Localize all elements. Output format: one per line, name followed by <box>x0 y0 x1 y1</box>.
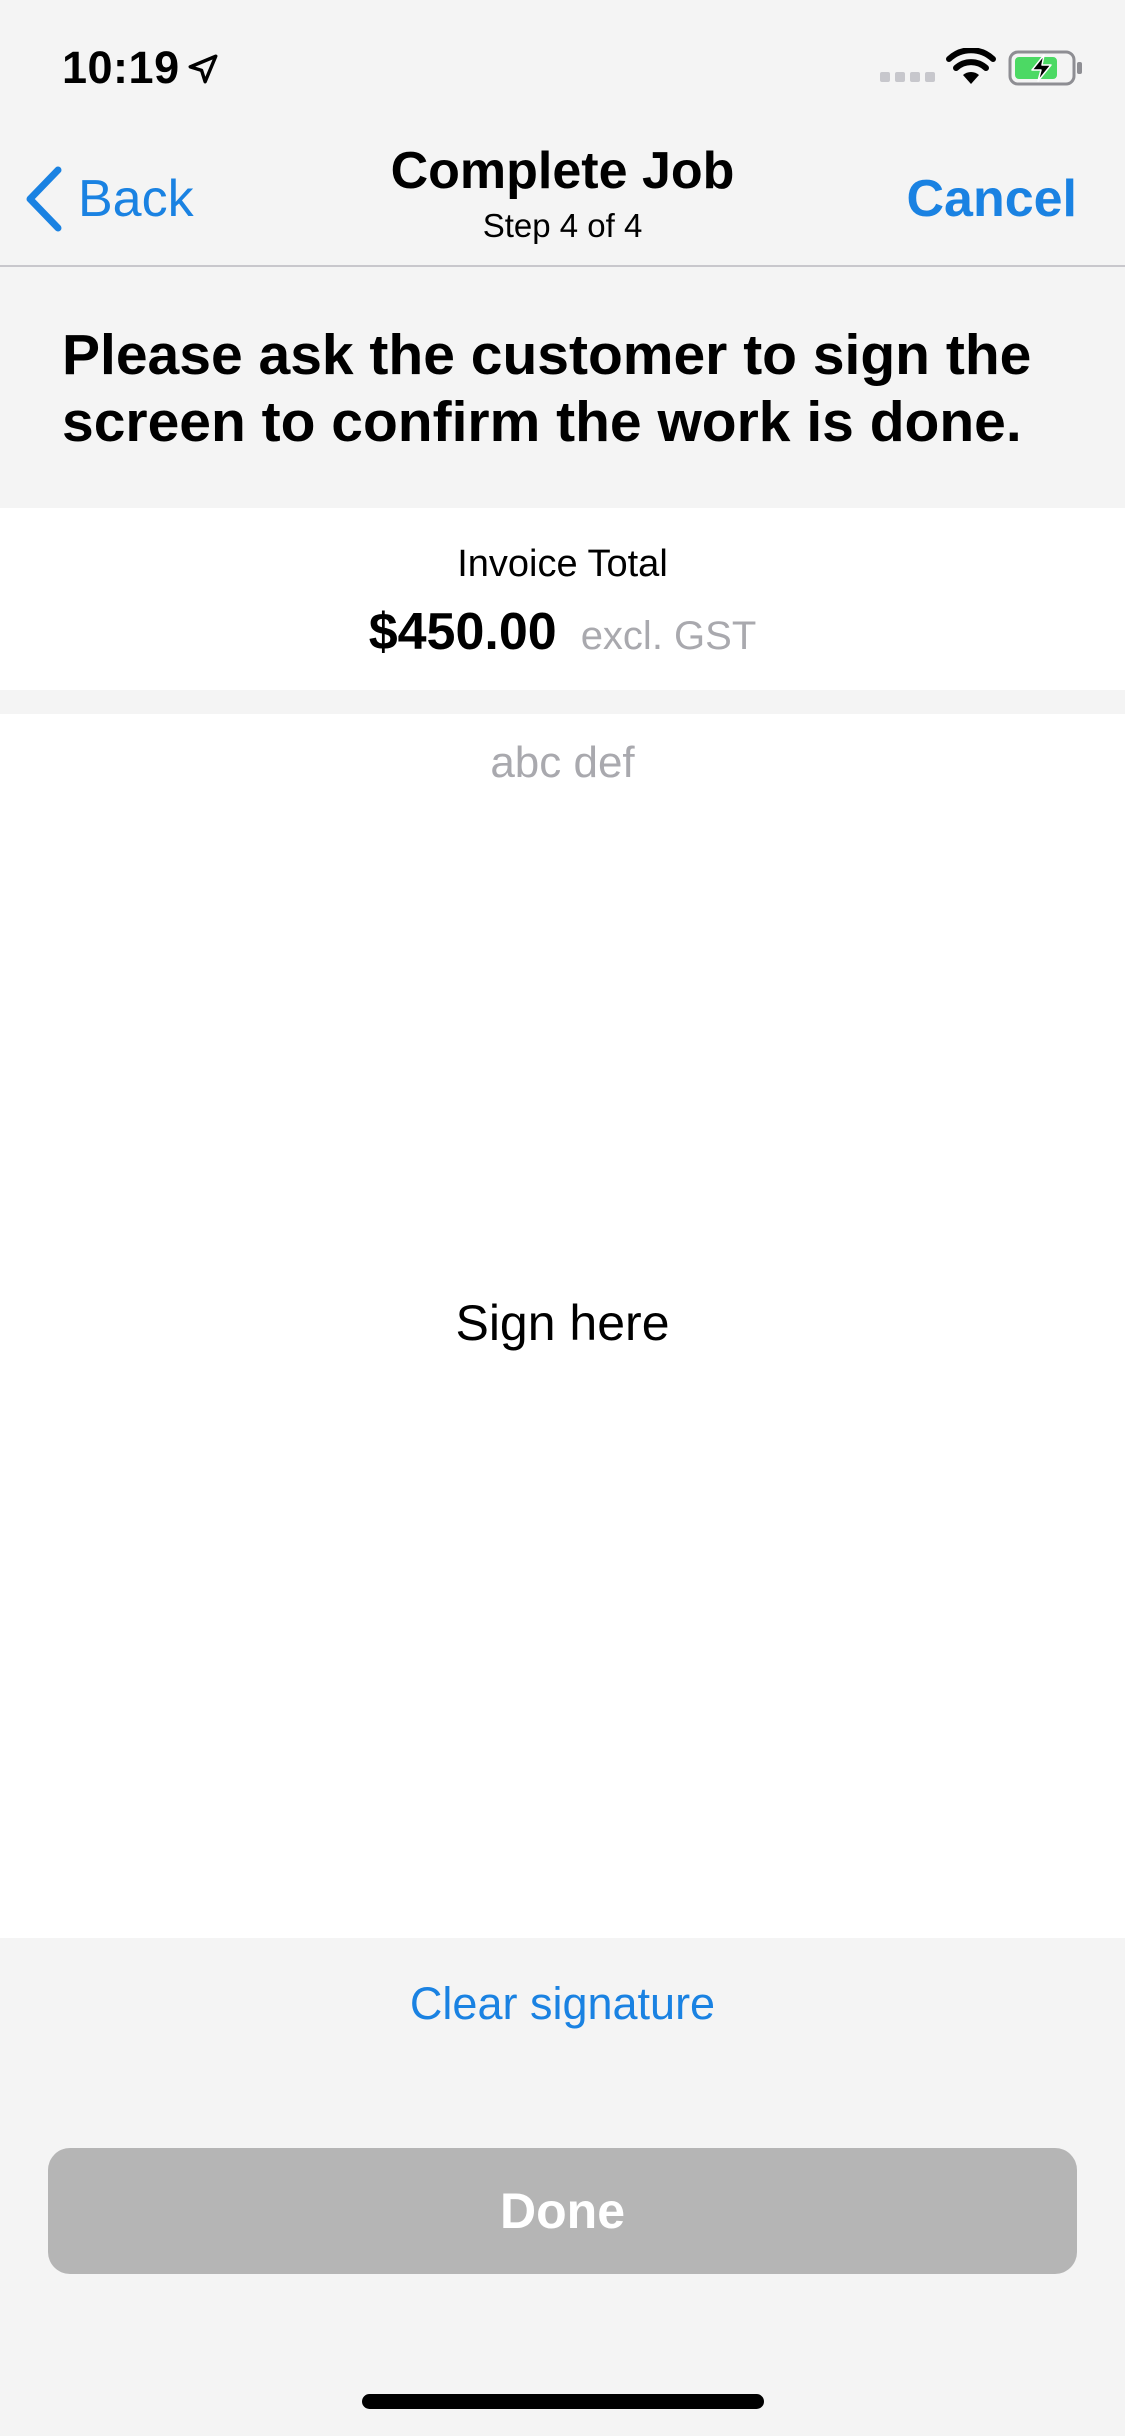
back-button[interactable]: Back <box>24 164 194 234</box>
navigation-bar: Back Complete Job Step 4 of 4 Cancel <box>0 132 1125 267</box>
invoice-panel: Invoice Total $450.00 excl. GST <box>0 508 1125 690</box>
chevron-left-icon <box>26 166 62 232</box>
sign-here-placeholder: Sign here <box>455 1295 670 1351</box>
instruction-text: Please ask the customer to sign the scre… <box>62 323 1032 454</box>
location-arrow-icon <box>188 54 218 84</box>
status-time: 10:19 <box>62 42 180 93</box>
clear-signature-button[interactable]: Clear signature <box>0 1978 1125 2030</box>
wifi-icon <box>946 48 996 84</box>
back-label: Back <box>78 170 194 228</box>
invoice-total-label: Invoice Total <box>457 543 668 585</box>
status-bar: 10:19 <box>0 0 1125 132</box>
cellular-signal-icon <box>880 72 935 82</box>
battery-charging-icon <box>1008 50 1082 86</box>
done-button[interactable]: Done <box>48 2148 1077 2274</box>
invoice-amount-row: $450.00 excl. GST <box>0 602 1125 662</box>
tax-note: excl. GST <box>580 614 757 658</box>
home-indicator[interactable] <box>362 2394 764 2409</box>
signature-pad[interactable]: abc def Sign here <box>0 714 1125 1938</box>
signer-name: abc def <box>490 738 635 787</box>
cancel-button[interactable]: Cancel <box>906 164 1077 234</box>
invoice-amount: $450.00 <box>368 603 557 661</box>
